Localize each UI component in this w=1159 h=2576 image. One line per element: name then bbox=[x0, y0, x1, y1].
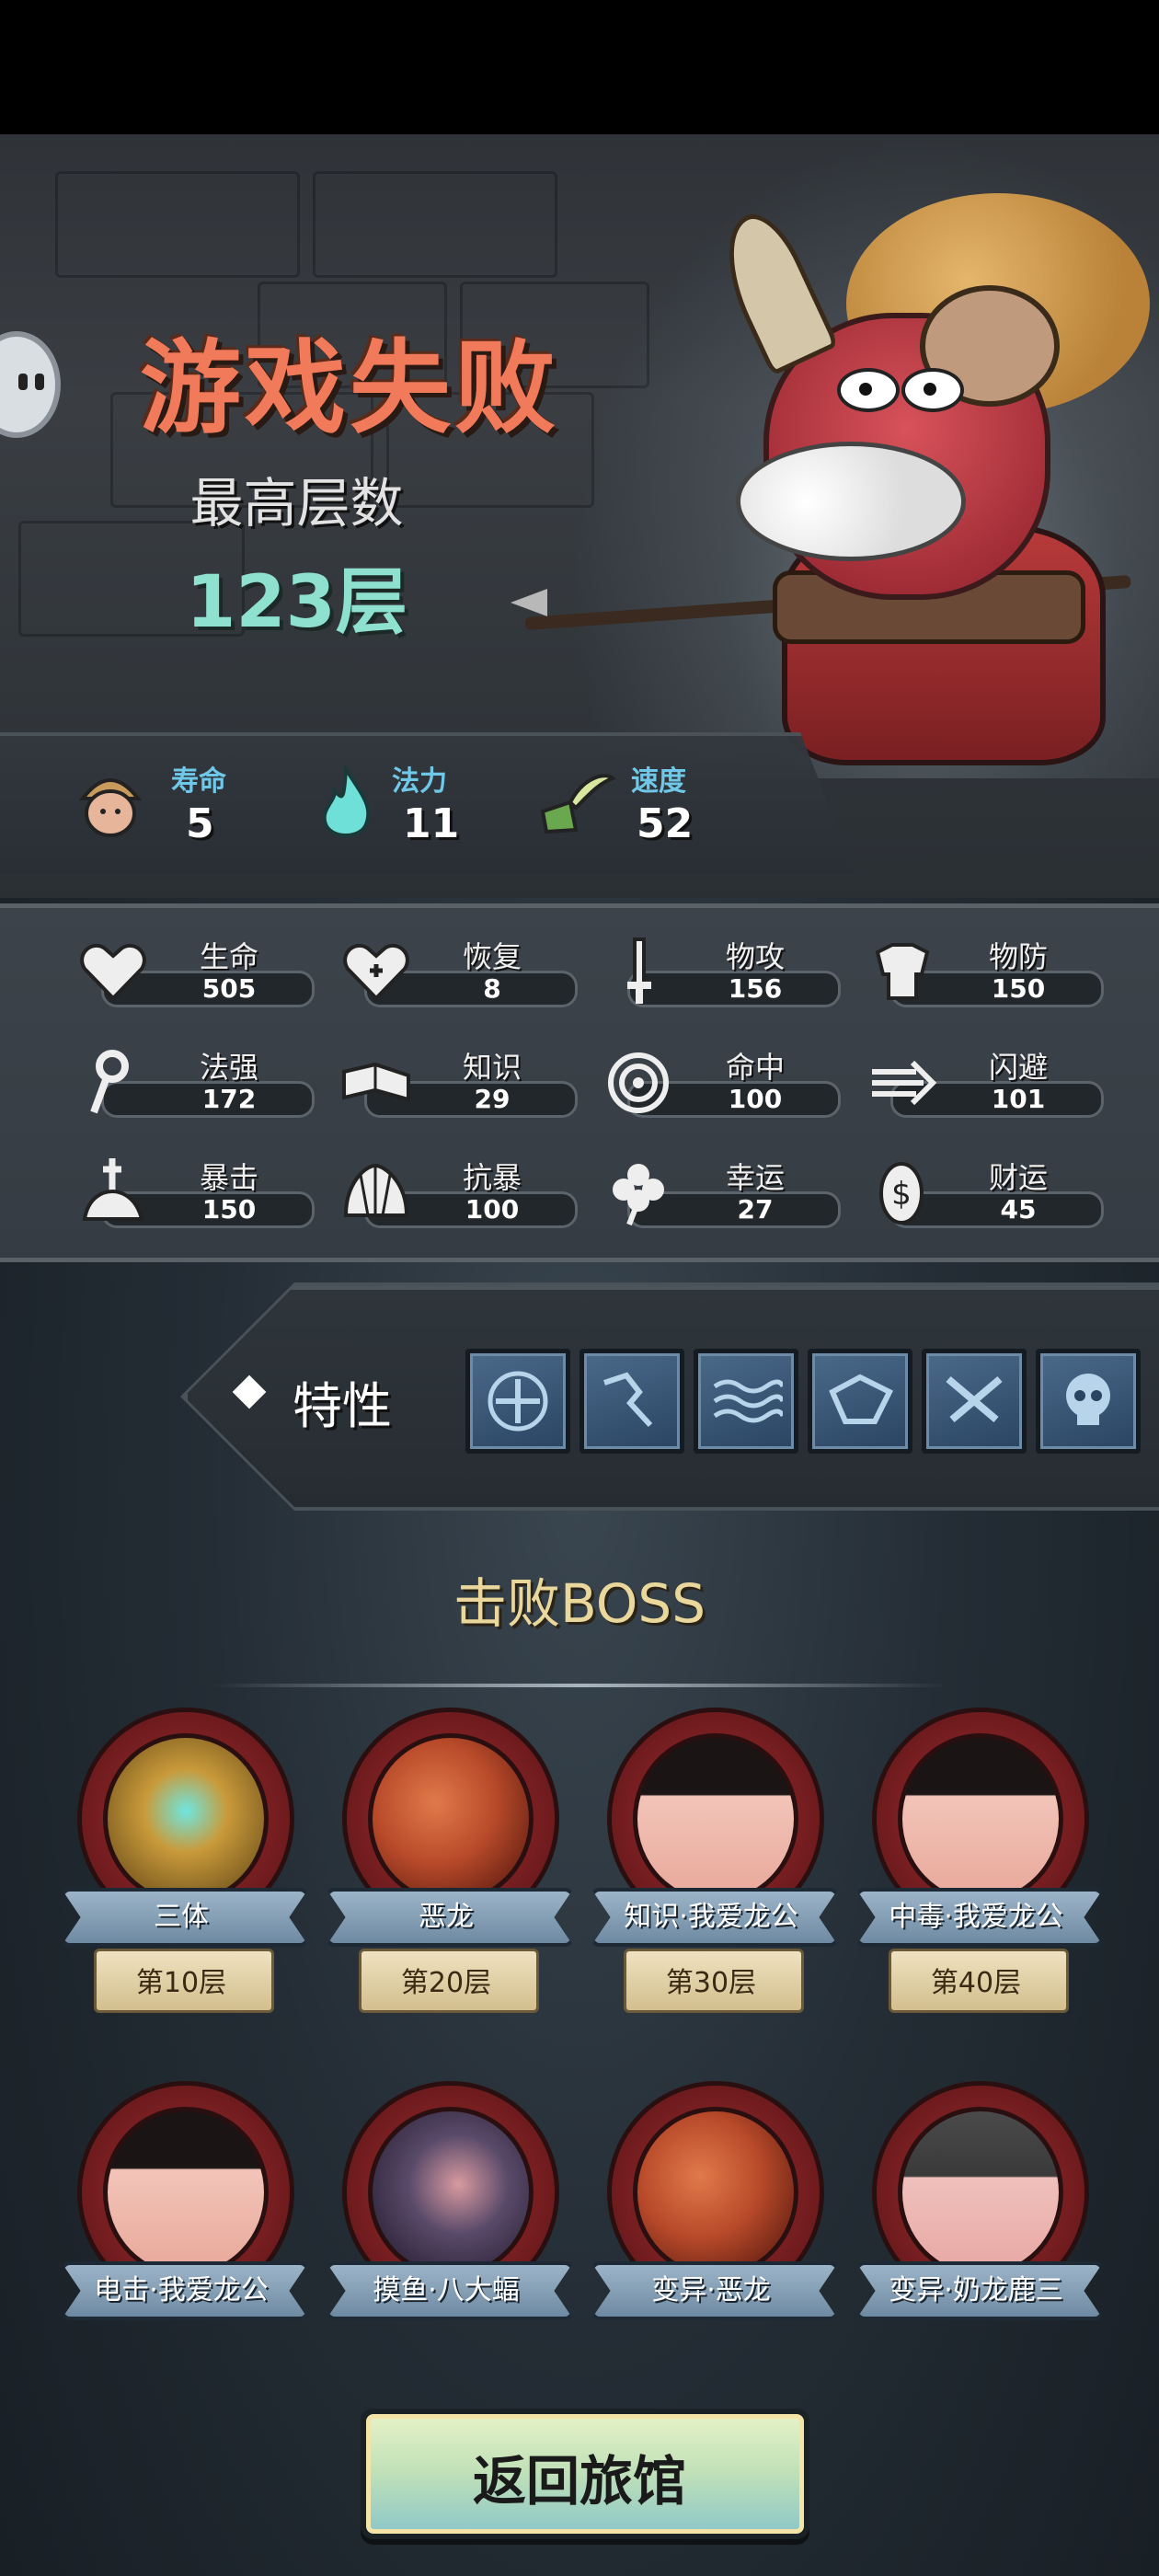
stat-recovery: 恢复 8 bbox=[339, 934, 578, 1017]
stat-luck: 幸运 27 bbox=[602, 1155, 841, 1237]
divider bbox=[212, 1684, 947, 1687]
highest-floor-label: 最高层数 bbox=[189, 472, 404, 535]
boss-name: 知识·我爱龙公 bbox=[624, 1901, 798, 1933]
boss-card[interactable]: 三体 第10层 bbox=[57, 1708, 309, 2048]
attribute-panel: 生命 505 恢复 8 物攻 156 物防 150 法强 172 知识 29 命… bbox=[0, 903, 1159, 1262]
red-dragon-portrait bbox=[633, 2107, 798, 2278]
top-stat-value: 52 bbox=[637, 800, 694, 847]
armor-icon bbox=[875, 943, 930, 1000]
stat-crit-resist: 抗暴 100 bbox=[339, 1155, 578, 1237]
top-stat-mana: 法力 11 bbox=[309, 736, 530, 874]
heart-plus-icon bbox=[343, 943, 409, 1001]
clover-icon bbox=[613, 1164, 664, 1226]
boss-card[interactable]: 中毒·我爱龙公 第40层 bbox=[852, 1708, 1104, 2048]
core-stats-panel: 寿命 5 法力 11 速度 52 bbox=[0, 732, 855, 874]
stat-value: 172 bbox=[201, 1084, 257, 1114]
princess-portrait bbox=[898, 1733, 1063, 1904]
top-stat-label: 法力 bbox=[392, 765, 447, 798]
skull-trait-icon[interactable] bbox=[1036, 1349, 1141, 1454]
stat-evasion: 闪避 101 bbox=[865, 1044, 1104, 1127]
crit-burst-icon bbox=[82, 1158, 144, 1221]
defeated-boss-title: 击败BOSS bbox=[453, 1572, 706, 1635]
boss-card[interactable]: 变异·奶龙鹿三 bbox=[852, 2081, 1104, 2421]
stat-value: 100 bbox=[465, 1194, 520, 1225]
shield-trait-icon[interactable] bbox=[808, 1349, 912, 1454]
boss-card[interactable]: 恶龙 第20层 bbox=[322, 1708, 574, 2048]
princess-portrait bbox=[633, 1733, 798, 1904]
golden-robot-portrait bbox=[103, 1733, 269, 1904]
stat-accuracy: 命中 100 bbox=[602, 1044, 841, 1127]
boss-name: 恶龙 bbox=[419, 1901, 474, 1933]
stat-value: 150 bbox=[991, 973, 1046, 1004]
boss-floor: 第30层 bbox=[665, 1967, 757, 1999]
stat-value: 29 bbox=[474, 1084, 511, 1114]
return-to-inn-label: 返回旅馆 bbox=[472, 2450, 686, 2513]
coin-icon: $ bbox=[879, 1162, 924, 1225]
winged-boot-icon bbox=[540, 774, 616, 834]
red-dragon-portrait bbox=[368, 1733, 534, 1904]
boss-card[interactable]: 变异·恶龙 bbox=[587, 2081, 839, 2421]
boss-floor: 第20层 bbox=[400, 1967, 492, 1999]
stat-value: 101 bbox=[991, 1084, 1046, 1114]
dash-icon bbox=[872, 1060, 937, 1106]
boss-name: 电击·我爱龙公 bbox=[94, 2274, 269, 2306]
crack-trait-icon[interactable] bbox=[580, 1349, 684, 1454]
helmet-baby-portrait bbox=[898, 2107, 1063, 2278]
stat-value: 100 bbox=[728, 1084, 783, 1114]
stat-value: 156 bbox=[728, 973, 783, 1004]
top-stat-value: 11 bbox=[403, 800, 460, 847]
boss-name: 中毒·我爱龙公 bbox=[889, 1901, 1063, 1933]
heart-icon bbox=[80, 943, 146, 1001]
top-stat-label: 速度 bbox=[631, 765, 686, 798]
stat-value: 8 bbox=[483, 973, 501, 1004]
princess-portrait bbox=[103, 2107, 269, 2278]
top-stat-speed: 速度 52 bbox=[534, 736, 791, 874]
sword-icon bbox=[627, 937, 651, 1004]
status-bar-area bbox=[0, 0, 1159, 134]
boss-name: 变异·恶龙 bbox=[651, 2274, 771, 2306]
stat-value: 27 bbox=[737, 1194, 774, 1225]
target-icon bbox=[608, 1052, 669, 1113]
boss-floor: 第40层 bbox=[930, 1967, 1022, 1999]
boss-card[interactable]: 知识·我爱龙公 第30层 bbox=[587, 1708, 839, 2048]
flame-icon bbox=[322, 765, 371, 837]
stat-value: 150 bbox=[201, 1194, 257, 1225]
game-over-title: 游戏失败 bbox=[140, 329, 559, 447]
boss-name: 变异·奶龙鹿三 bbox=[889, 2274, 1063, 2306]
purple-bird-portrait bbox=[368, 2107, 534, 2278]
crossed-guns-trait-icon[interactable] bbox=[922, 1349, 1027, 1454]
boss-character-illustration bbox=[511, 156, 1150, 800]
top-stat-lifespan: 寿命 5 bbox=[74, 736, 294, 874]
top-stat-value: 5 bbox=[186, 800, 214, 847]
book-icon bbox=[342, 1062, 410, 1102]
boss-name: 摸鱼·八大蝠 bbox=[373, 2274, 520, 2306]
stat-knowledge: 知识 29 bbox=[339, 1044, 578, 1127]
highest-floor-value: 123层 bbox=[186, 561, 407, 644]
top-stat-label: 寿命 bbox=[171, 765, 226, 798]
stat-critical: 暴击 150 bbox=[75, 1155, 315, 1237]
staff-icon bbox=[90, 1050, 129, 1114]
stat-magic-power: 法强 172 bbox=[75, 1044, 315, 1127]
stat-hp: 生命 505 bbox=[75, 934, 315, 1017]
monk-icon bbox=[78, 778, 143, 837]
stat-fortune: $ 财运 45 bbox=[865, 1155, 1104, 1237]
boss-name: 三体 bbox=[154, 1901, 209, 1933]
stat-value: 45 bbox=[1000, 1194, 1037, 1225]
wave-trait-icon[interactable] bbox=[694, 1349, 798, 1454]
stat-physical-attack: 物攻 156 bbox=[602, 934, 841, 1017]
boss-card[interactable]: 摸鱼·八大蝠 bbox=[322, 2081, 574, 2421]
boss-floor: 第10层 bbox=[135, 1967, 227, 1999]
traits-label: 特性 bbox=[293, 1377, 392, 1435]
stat-physical-defense: 物防 150 bbox=[865, 934, 1104, 1017]
boss-card[interactable]: 电击·我爱龙公 bbox=[57, 2081, 309, 2421]
svg-text:$: $ bbox=[891, 1176, 912, 1213]
shell-icon bbox=[343, 1163, 409, 1217]
stat-value: 505 bbox=[201, 973, 257, 1004]
clover-trait-icon[interactable] bbox=[465, 1349, 570, 1454]
